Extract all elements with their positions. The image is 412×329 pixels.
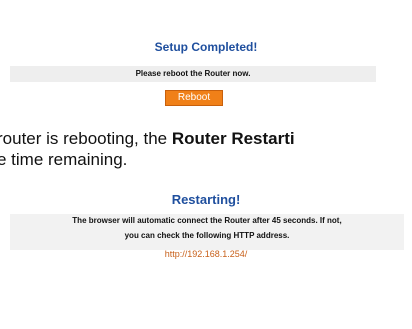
restarting-title: Restarting! [171,192,241,207]
router-address-link[interactable]: http://192.168.1.254/ [0,249,412,259]
router-restarting-term: Router Restarti [171,129,295,148]
reboot-button[interactable]: Reboot [165,90,223,106]
restart-message-line-1: The browser will automatic connect the R… [72,216,342,225]
description-line-2: e time remaining. [0,150,128,169]
description-line-1: router is rebooting, the Router Restarti [0,129,409,149]
description-text: router is rebooting, the [0,129,172,148]
restart-message-line-2: you can check the following HTTP address… [124,231,290,240]
reboot-instruction: Please reboot the Router now. [10,66,376,82]
setup-completed-title: Setup Completed! [154,40,258,54]
